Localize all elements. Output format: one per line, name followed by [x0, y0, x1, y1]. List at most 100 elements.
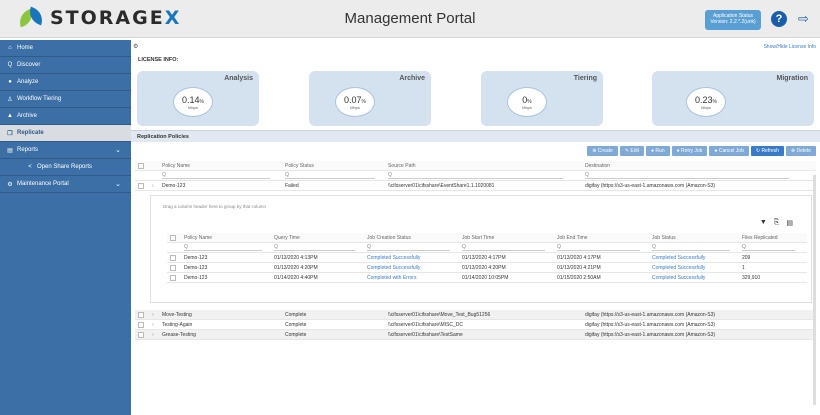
row-checkbox[interactable] [170, 274, 176, 281]
sidebar-item-workflow-tiering[interactable]: ♙ Workflow Tiering [0, 91, 131, 108]
table-row[interactable]: › Grease-Testing Complete \\cifsserver01… [135, 330, 816, 340]
sidebar-item-replicate[interactable]: ❐ Replicate [0, 125, 131, 142]
column-header-source-path[interactable]: Source Path [385, 163, 582, 169]
cell: 209 [742, 254, 751, 261]
table-row[interactable]: › Testing-Again Complete \\cifsserver01\… [135, 320, 816, 330]
destination-cell: digifay (https://s3-us-east-1.amazonaws.… [585, 182, 716, 189]
column-header-files-replicated[interactable]: Files Replicated [739, 235, 801, 241]
sidebar-item-archive[interactable]: ▲ Archive [0, 108, 131, 125]
sidebar-item-label: Open Share Reports [37, 164, 93, 170]
row-checkbox[interactable] [138, 182, 144, 189]
row-checkbox[interactable] [138, 311, 144, 318]
page-title: Management Portal [344, 10, 476, 27]
policy-name-cell: Grease-Testing [162, 331, 196, 338]
filter-input[interactable]: Q [274, 244, 355, 251]
cell: 01/14/2020 4:40PM [274, 274, 318, 281]
card-title: Analysis [224, 75, 253, 82]
help-icon[interactable]: ? [771, 11, 787, 27]
policy-status-cell: Complete [285, 321, 307, 328]
sidebar-item-home[interactable]: ⌂ Home [0, 40, 131, 57]
settings-gear-icon[interactable]: ⚙ [133, 43, 138, 50]
chevron-down-icon: ⌄ [115, 181, 121, 188]
filter-input[interactable]: Q [367, 244, 450, 251]
job-creation-status-link[interactable]: Completed Successfully [364, 255, 459, 261]
tools-icon: ⚙ [7, 181, 13, 188]
table-row[interactable]: Demo-123 01/13/2020 4:13PM Completed Suc… [167, 253, 807, 263]
filter-input[interactable]: Q [462, 244, 545, 251]
usage-gauge: 0.14% Mbps [173, 87, 213, 117]
row-checkbox[interactable] [138, 331, 144, 338]
filter-input[interactable]: Q [184, 244, 263, 251]
copy-icon: ❐ [7, 130, 13, 137]
application-status-button[interactable]: Application Status Version: 2.2.*.2(unk) [705, 10, 761, 30]
sidebar-item-open-share-reports[interactable]: < Open Share Reports [0, 159, 131, 176]
job-status-link[interactable]: Completed Successfully [649, 255, 739, 261]
filter-input[interactable]: Q [742, 244, 796, 251]
logout-icon[interactable]: ⇨ [798, 12, 814, 26]
job-creation-status-link[interactable]: Completed with Errors [364, 275, 459, 281]
table-row[interactable]: Demo-123 01/13/2020 4:20PM Completed Suc… [167, 263, 807, 273]
row-checkbox[interactable] [170, 264, 176, 271]
column-header-job-creation-status[interactable]: Job Creation Status [364, 235, 459, 241]
search-icon: Q [7, 62, 13, 68]
sidebar-item-label: Reports [17, 147, 39, 153]
run-button[interactable]: ● Run [646, 146, 670, 156]
column-header-job-start-time[interactable]: Job Start Time [459, 235, 554, 241]
license-card-analysis: Analysis 0.14% Mbps [137, 71, 259, 126]
table-row[interactable]: › Demo-123 Failed \\cifsserver01\cifssha… [135, 181, 816, 191]
filter-input[interactable]: Q [652, 244, 731, 251]
gauge-value: 0.07% [344, 94, 366, 105]
column-header-job-end-time[interactable]: Job End Time [554, 235, 649, 241]
gauge-value: 0% [522, 94, 532, 105]
table-row[interactable]: › Move-Testing Complete \\cifsserver01\c… [135, 310, 816, 320]
select-all-checkbox[interactable] [170, 234, 176, 241]
sidebar-item-maintenance-portal[interactable]: ⚙ Maintenance Portal ⌄ [0, 176, 131, 193]
sidebar-item-analyze[interactable]: ● Analyze [0, 74, 131, 91]
retry-job-button[interactable]: ● Retry Job [671, 146, 708, 156]
policy-status-filter-input[interactable]: Q [285, 172, 375, 179]
edit-button[interactable]: ✎ Edit [619, 146, 645, 156]
job-creation-status-link[interactable]: Completed Successfully [364, 265, 459, 271]
create-button[interactable]: ⊕ Create [587, 146, 618, 156]
select-all-checkbox[interactable] [138, 162, 144, 169]
filter-icon[interactable]: ▼ [760, 219, 767, 227]
expand-row-icon[interactable]: › [149, 332, 159, 338]
table-row[interactable]: Demo-123 01/14/2020 4:40PM Completed wit… [167, 273, 807, 283]
cell: Demo-123 [184, 254, 208, 261]
vertical-scrollbar[interactable] [813, 175, 816, 405]
row-checkbox[interactable] [170, 254, 176, 261]
column-header-policy-name[interactable]: Policy Name [159, 163, 282, 169]
destination-filter-input[interactable]: Q [585, 172, 790, 179]
column-header-policy-name[interactable]: Policy Name [181, 235, 271, 241]
expand-row-icon[interactable]: › [149, 322, 159, 328]
columns-icon[interactable]: ▤ [786, 219, 793, 227]
column-header-job-status[interactable]: Job Status [649, 235, 739, 241]
refresh-button[interactable]: ↻ Refresh [750, 146, 784, 156]
policy-name-filter-input[interactable]: Q [162, 172, 270, 179]
column-header-destination[interactable]: Destination [582, 163, 812, 169]
cancel-job-button[interactable]: ● Cancel Job [709, 146, 749, 156]
column-header-query-time[interactable]: Query Time [271, 235, 364, 241]
column-header-policy-status[interactable]: Policy Status [282, 163, 385, 169]
source-path-filter-input[interactable]: Q [388, 172, 563, 179]
group-by-hint: Drag a column header here to group by th… [163, 204, 267, 209]
sidebar-item-label: Discover [17, 62, 41, 68]
row-checkbox[interactable] [138, 321, 144, 328]
job-status-link[interactable]: Completed Successfully [649, 265, 739, 271]
grid-header-row: Policy Name Policy Status Source Path De… [135, 161, 816, 171]
sidebar-item-reports[interactable]: ▤ Reports ⌄ [0, 142, 131, 159]
filter-input[interactable]: Q [557, 244, 640, 251]
policy-name-cell: Move-Testing [162, 311, 192, 318]
sidebar-item-discover[interactable]: Q Discover [0, 57, 131, 74]
expand-row-icon[interactable]: › [149, 183, 159, 189]
show-hide-license-link[interactable]: Show/Hide License Info [763, 44, 816, 50]
export-icon[interactable]: ⎘ [774, 219, 780, 227]
policy-name-cell: Testing-Again [162, 321, 193, 328]
delete-button[interactable]: ⊗ Delete [785, 146, 816, 156]
chevron-down-icon: ⌄ [115, 147, 121, 154]
cell: 01/13/2020 4:20PM [274, 264, 318, 271]
source-path-cell: \\cifsserver01\cifsshare\Move_Test_Bug51… [388, 311, 491, 318]
expand-row-icon[interactable]: › [149, 312, 159, 318]
license-card-archive: Archive 0.07% Mbps [309, 71, 431, 126]
job-status-link[interactable]: Completed Successfully [649, 275, 739, 281]
